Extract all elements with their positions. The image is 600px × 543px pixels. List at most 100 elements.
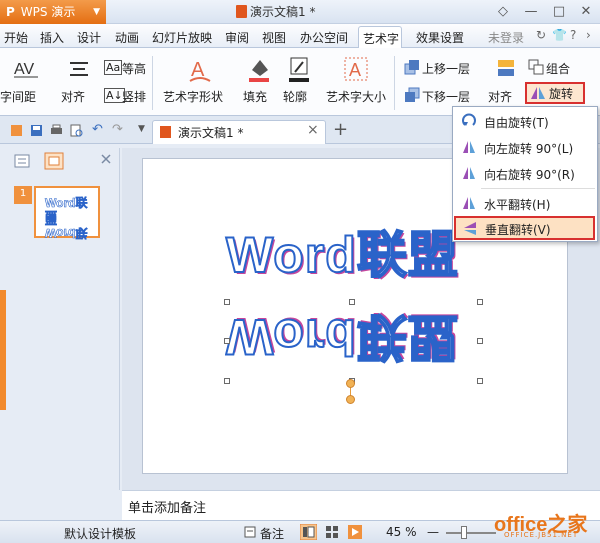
align-objects-icon[interactable] bbox=[496, 58, 516, 78]
wordart-shape-icon[interactable]: A bbox=[187, 56, 213, 84]
panel-collapse-handle[interactable] bbox=[0, 290, 6, 410]
resize-handle[interactable] bbox=[477, 378, 483, 384]
login-link[interactable]: 未登录 bbox=[488, 29, 524, 46]
menu-slideshow[interactable]: 幻灯片放映 bbox=[152, 29, 212, 46]
close-panel-icon[interactable] bbox=[100, 153, 112, 165]
resize-handle[interactable] bbox=[224, 338, 230, 344]
notes-toggle-label[interactable]: 备注 bbox=[260, 525, 284, 542]
wordart-shape-label[interactable]: 艺术字形状 bbox=[163, 88, 223, 105]
shirt-icon[interactable]: 👕 bbox=[552, 28, 567, 42]
vertical-text-label[interactable]: 竖排 bbox=[122, 88, 146, 105]
new-doc-icon[interactable] bbox=[10, 124, 24, 138]
menu-wordart[interactable]: 艺术字 bbox=[358, 26, 402, 48]
char-spacing-label[interactable]: 字间距 bbox=[0, 88, 36, 105]
save-icon[interactable] bbox=[30, 124, 44, 138]
resize-handle[interactable] bbox=[349, 299, 355, 305]
slideshow-icon[interactable] bbox=[348, 525, 362, 539]
wordart-text[interactable]: Word联盟 bbox=[225, 215, 459, 287]
outline-view-icon[interactable] bbox=[14, 154, 30, 168]
menu-start[interactable]: 开始 bbox=[4, 29, 28, 46]
menu-office-space[interactable]: 办公空间 bbox=[300, 29, 348, 46]
zoom-slider-thumb[interactable] bbox=[461, 526, 467, 539]
minimize-button[interactable]: — bbox=[521, 2, 541, 22]
slide-thumbnail[interactable]: Word联盟 Word联盟 bbox=[34, 186, 100, 240]
rotate-label: 旋转 bbox=[549, 87, 574, 101]
menu-insert[interactable]: 插入 bbox=[40, 29, 64, 46]
document-tab-label: 演示文稿1 * bbox=[178, 126, 244, 140]
chevron-down-icon: ▼ bbox=[93, 7, 100, 17]
notes-placeholder[interactable]: 单击添加备注 bbox=[128, 497, 206, 516]
menu-effects[interactable]: 效果设置 bbox=[416, 29, 464, 46]
menu-item-flip-vertical[interactable]: 垂直翻转(V) bbox=[454, 216, 595, 240]
normal-view-icon[interactable] bbox=[300, 524, 317, 540]
rotate-left-label: 向左旋转 90°(L) bbox=[484, 142, 574, 156]
bring-forward-icon[interactable] bbox=[404, 59, 420, 75]
rotate-button[interactable]: 旋转 bbox=[525, 82, 585, 104]
menu-animation[interactable]: 动画 bbox=[115, 29, 139, 46]
redo-icon[interactable]: ↷ bbox=[112, 122, 123, 137]
flip-horizontal-label: 水平翻转(H) bbox=[484, 198, 551, 212]
new-tab-icon[interactable]: + bbox=[333, 119, 348, 140]
notes-icon[interactable] bbox=[244, 526, 256, 538]
slides-view-icon[interactable] bbox=[44, 152, 64, 170]
flip-horizontal-icon bbox=[463, 197, 475, 209]
menu-item-free-rotate[interactable]: 自由旋转(T) bbox=[453, 109, 597, 133]
thumb-art-text-flipped: Word联盟 bbox=[45, 209, 88, 241]
print-icon[interactable] bbox=[50, 124, 64, 138]
design-template-label: 默认设计模板 bbox=[64, 527, 137, 541]
menu-item-rotate-right[interactable]: 向右旋转 90°(R) bbox=[453, 161, 597, 185]
menu-review[interactable]: 审阅 bbox=[225, 29, 249, 46]
fill-icon[interactable] bbox=[247, 56, 271, 82]
help-icon[interactable]: ? bbox=[570, 28, 576, 42]
menu-item-rotate-left[interactable]: 向左旋转 90°(L) bbox=[453, 135, 597, 159]
send-backward-icon[interactable] bbox=[404, 87, 420, 103]
adjust-handle[interactable] bbox=[346, 379, 355, 388]
equal-height-icon[interactable]: Aa bbox=[104, 60, 123, 75]
close-tab-icon[interactable]: × bbox=[307, 122, 319, 138]
resize-handle[interactable] bbox=[477, 299, 483, 305]
undo-icon[interactable]: ↶ bbox=[92, 122, 103, 137]
rotate-icon bbox=[531, 87, 545, 99]
ppt-doc-icon bbox=[160, 126, 171, 138]
align-objects-label[interactable]: 对齐 bbox=[488, 88, 512, 105]
zoom-level: 45 % bbox=[386, 525, 417, 539]
outline-label[interactable]: 轮廓 bbox=[283, 88, 307, 105]
zoom-out-icon[interactable]: — bbox=[427, 525, 439, 539]
rotation-handle[interactable] bbox=[346, 395, 355, 404]
align-icon[interactable] bbox=[68, 60, 90, 78]
fill-label[interactable]: 填充 bbox=[243, 88, 267, 105]
group-icon[interactable] bbox=[528, 59, 544, 75]
resize-handle[interactable] bbox=[477, 338, 483, 344]
wordart-size-label[interactable]: 艺术字大小 bbox=[326, 88, 386, 105]
app-menu-button[interactable]: P WPS 演示 ▼ bbox=[0, 0, 106, 24]
menu-design[interactable]: 设计 bbox=[77, 29, 101, 46]
outline-icon[interactable] bbox=[287, 56, 311, 82]
menu-item-flip-horizontal[interactable]: 水平翻转(H) bbox=[453, 191, 597, 215]
more-icon[interactable]: › bbox=[586, 28, 591, 42]
slide-number: 1 bbox=[14, 186, 32, 204]
wordart-text-flipped[interactable]: Word联盟 bbox=[225, 305, 460, 377]
wordart-size-icon[interactable]: A bbox=[343, 56, 369, 84]
app-name: WPS 演示 bbox=[20, 5, 76, 19]
slide-sorter-icon[interactable] bbox=[325, 525, 339, 539]
print-preview-icon[interactable] bbox=[70, 124, 84, 138]
refresh-icon[interactable]: ↻ bbox=[536, 28, 546, 42]
document-icon bbox=[236, 5, 247, 18]
zoom-slider[interactable] bbox=[446, 532, 496, 534]
char-spacing-icon[interactable]: AV bbox=[12, 58, 40, 80]
equal-height-label[interactable]: 等高 bbox=[122, 60, 146, 77]
align-label[interactable]: 对齐 bbox=[61, 88, 85, 105]
quick-access-dropdown-icon[interactable]: ▼ bbox=[138, 124, 145, 134]
resize-handle[interactable] bbox=[224, 299, 230, 305]
send-backward-label[interactable]: 下移一层 bbox=[422, 88, 470, 105]
close-button[interactable]: ✕ bbox=[576, 2, 596, 22]
free-rotate-label: 自由旋转(T) bbox=[484, 116, 549, 130]
bring-forward-label[interactable]: 上移一层 bbox=[422, 60, 470, 77]
group-label[interactable]: 组合 bbox=[546, 60, 570, 77]
menu-view[interactable]: 视图 bbox=[262, 29, 286, 46]
resize-handle[interactable] bbox=[224, 378, 230, 384]
menu-separator bbox=[481, 188, 595, 189]
skin-icon[interactable]: ◇ bbox=[493, 2, 513, 22]
maximize-button[interactable]: □ bbox=[549, 2, 569, 22]
ribbon-separator bbox=[152, 56, 153, 110]
